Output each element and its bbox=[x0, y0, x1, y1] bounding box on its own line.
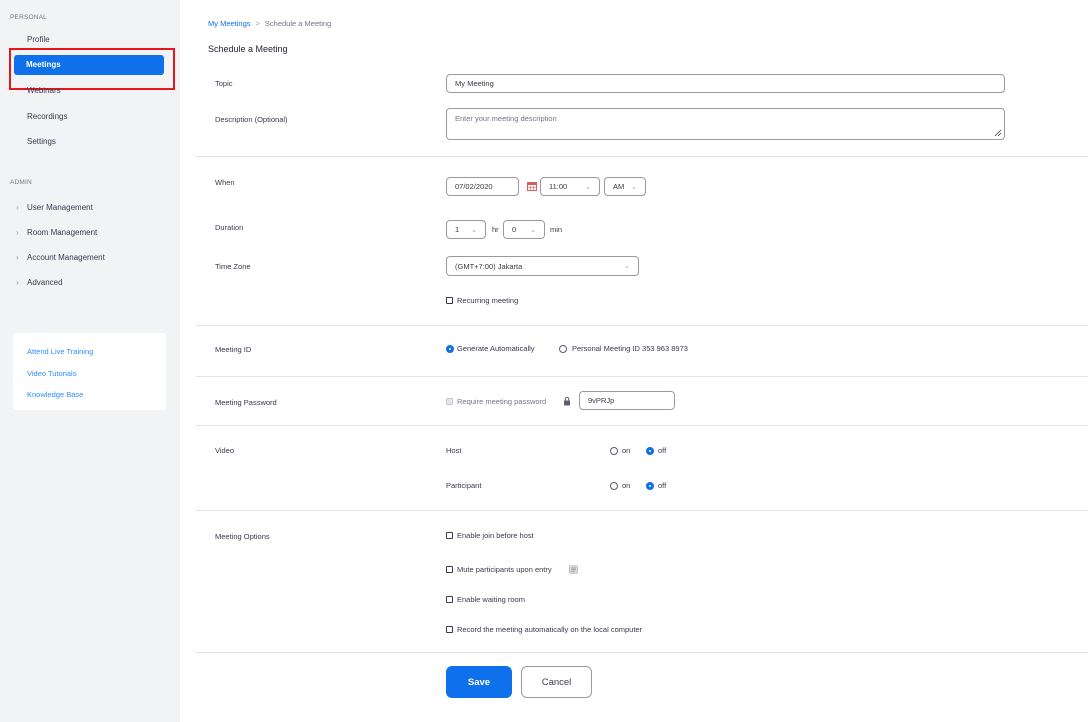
duration-minutes-select[interactable]: 0 ⌄ bbox=[503, 220, 545, 239]
auto-record-label[interactable]: Record the meeting automatically on the … bbox=[457, 625, 642, 634]
sidebar-item-webinars[interactable]: Webinars bbox=[27, 86, 61, 95]
video-participant-label: Participant bbox=[446, 481, 482, 490]
sidebar-item-profile[interactable]: Profile bbox=[27, 35, 50, 44]
sidebar: PERSONAL Profile Meetings Webinars Recor… bbox=[0, 0, 180, 722]
host-video-off-label[interactable]: off bbox=[658, 446, 666, 455]
meeting-id-auto-radio[interactable] bbox=[446, 345, 454, 353]
participant-video-on-radio[interactable] bbox=[610, 482, 618, 490]
waiting-room-checkbox[interactable] bbox=[446, 596, 453, 603]
chevron-right-icon: › bbox=[16, 278, 19, 287]
duration-label: Duration bbox=[215, 223, 244, 232]
breadcrumb: My Meetings > Schedule a Meeting bbox=[208, 19, 331, 28]
sidebar-item-recordings[interactable]: Recordings bbox=[27, 112, 67, 121]
require-password-label: Require meeting password bbox=[457, 397, 547, 406]
duration-hr-unit: hr bbox=[492, 225, 499, 234]
chevron-down-icon: ⌄ bbox=[471, 226, 477, 234]
breadcrumb-separator: > bbox=[255, 19, 260, 28]
time-select[interactable]: 11:00 ⌄ bbox=[540, 177, 600, 196]
ampm-value: AM bbox=[613, 182, 625, 191]
resize-grip-icon[interactable] bbox=[994, 129, 1002, 137]
sidebar-item-settings[interactable]: Settings bbox=[27, 137, 56, 146]
auto-record-checkbox[interactable] bbox=[446, 626, 453, 633]
participant-video-off-label[interactable]: off bbox=[658, 481, 666, 490]
participant-video-on-label[interactable]: on bbox=[622, 481, 630, 490]
sidebar-item-advanced[interactable]: Advanced bbox=[27, 278, 63, 287]
chevron-right-icon: › bbox=[16, 228, 19, 237]
time-value: 11:00 bbox=[549, 182, 568, 191]
password-input[interactable] bbox=[579, 391, 675, 410]
mute-on-entry-label[interactable]: Mute participants upon entry bbox=[457, 565, 552, 574]
waiting-room-label[interactable]: Enable waiting room bbox=[457, 595, 525, 604]
page-title: Schedule a Meeting bbox=[208, 44, 288, 54]
sidebar-item-user-management[interactable]: User Management bbox=[27, 203, 93, 212]
save-button[interactable]: Save bbox=[446, 666, 512, 698]
recurring-checkbox[interactable] bbox=[446, 297, 453, 304]
cancel-button[interactable]: Cancel bbox=[521, 666, 592, 698]
breadcrumb-my-meetings[interactable]: My Meetings bbox=[208, 19, 251, 28]
calendar-icon[interactable] bbox=[527, 181, 537, 191]
breadcrumb-current: Schedule a Meeting bbox=[264, 19, 332, 28]
section-divider bbox=[196, 325, 1088, 326]
duration-hours-value: 1 bbox=[455, 225, 460, 234]
require-password-checkbox[interactable] bbox=[446, 398, 453, 405]
join-before-host-label[interactable]: Enable join before host bbox=[457, 531, 534, 540]
description-label: Description (Optional) bbox=[215, 115, 288, 124]
duration-minutes-value: 0 bbox=[512, 225, 517, 234]
mute-on-entry-checkbox[interactable] bbox=[446, 566, 453, 573]
description-textarea[interactable]: Enter your meeting description bbox=[446, 108, 1005, 140]
host-video-on-radio[interactable] bbox=[610, 447, 618, 455]
link-knowledge-base[interactable]: Knowledge Base bbox=[27, 390, 83, 399]
meeting-id-auto-label[interactable]: Generate Automatically bbox=[457, 344, 535, 353]
main-content: My Meetings > Schedule a Meeting Schedule … bbox=[180, 0, 1088, 722]
video-host-label: Host bbox=[446, 446, 462, 455]
chevron-down-icon: ⌄ bbox=[585, 183, 591, 191]
ampm-select[interactable]: AM ⌄ bbox=[604, 177, 646, 196]
help-links-panel: Attend Live Training Video Tutorials Kno… bbox=[13, 333, 166, 410]
section-label-admin: ADMIN bbox=[10, 179, 32, 186]
chevron-down-icon: ⌄ bbox=[624, 263, 630, 270]
timezone-value: (GMT+7:00) Jakarta bbox=[455, 261, 523, 271]
chevron-right-icon: › bbox=[16, 203, 19, 212]
timezone-label: Time Zone bbox=[215, 262, 251, 271]
host-video-off-radio[interactable] bbox=[646, 447, 654, 455]
password-label: Meeting Password bbox=[215, 398, 277, 407]
sidebar-item-room-management[interactable]: Room Management bbox=[27, 228, 97, 237]
chevron-right-icon: › bbox=[16, 253, 19, 262]
chevron-down-icon: ⌄ bbox=[631, 183, 637, 191]
join-before-host-checkbox[interactable] bbox=[446, 532, 453, 539]
sidebar-item-account-management[interactable]: Account Management bbox=[27, 253, 105, 262]
topic-input[interactable] bbox=[446, 74, 1005, 93]
date-input[interactable]: 07/02/2020 bbox=[446, 177, 519, 196]
description-placeholder: Enter your meeting description bbox=[455, 114, 557, 123]
section-divider bbox=[196, 652, 1088, 653]
meeting-id-label: Meeting ID bbox=[215, 345, 252, 354]
highlight-annotation bbox=[9, 48, 175, 90]
date-value: 07/02/2020 bbox=[455, 182, 493, 191]
duration-min-unit: min bbox=[550, 225, 563, 234]
topic-label: Topic bbox=[215, 79, 233, 88]
meeting-id-personal-radio[interactable] bbox=[559, 345, 567, 353]
chevron-down-icon: ⌄ bbox=[530, 226, 536, 234]
section-label-personal: PERSONAL bbox=[10, 14, 48, 21]
info-icon[interactable] bbox=[569, 565, 578, 574]
video-label: Video bbox=[215, 446, 235, 455]
lock-icon bbox=[564, 396, 570, 406]
host-video-on-label[interactable]: on bbox=[622, 446, 630, 455]
when-label: When bbox=[215, 178, 235, 187]
section-divider bbox=[196, 156, 1088, 157]
section-divider bbox=[196, 425, 1088, 426]
participant-video-off-radio[interactable] bbox=[646, 482, 654, 490]
section-divider bbox=[196, 510, 1088, 511]
timezone-select[interactable]: (GMT+7:00) Jakarta ⌄ bbox=[446, 256, 639, 276]
duration-hours-select[interactable]: 1 ⌄ bbox=[446, 220, 486, 239]
section-divider bbox=[196, 376, 1088, 377]
link-attend-live-training[interactable]: Attend Live Training bbox=[27, 347, 93, 356]
link-video-tutorials[interactable]: Video Tutorials bbox=[27, 369, 76, 378]
meeting-id-personal-label[interactable]: Personal Meeting ID 353 963 8973 bbox=[572, 344, 688, 353]
recurring-label[interactable]: Recurring meeting bbox=[457, 296, 518, 305]
meeting-options-label: Meeting Options bbox=[215, 532, 270, 541]
